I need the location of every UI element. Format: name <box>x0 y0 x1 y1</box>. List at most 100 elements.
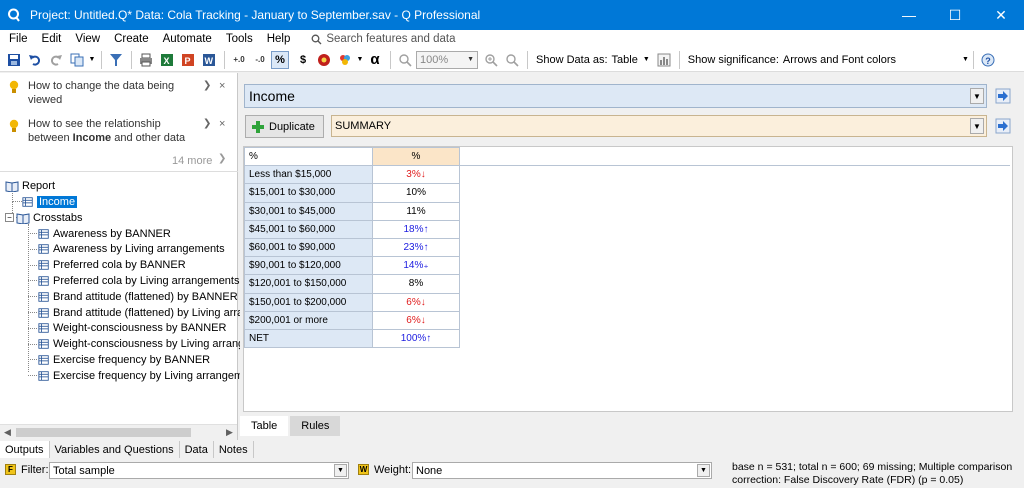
scroll-left-icon[interactable]: ◀ <box>4 427 11 438</box>
menu-help[interactable]: Help <box>260 33 298 45</box>
chevron-down-icon[interactable]: ▼ <box>697 464 710 477</box>
duplicate-button[interactable]: Duplicate <box>245 115 324 138</box>
cell-value[interactable]: 11% <box>372 201 460 221</box>
chevron-down-icon[interactable]: ❯ <box>203 80 211 91</box>
filter-icon[interactable] <box>106 50 126 70</box>
search-placeholder: Search features and data <box>326 33 456 45</box>
minimize-button[interactable]: — <box>886 0 932 30</box>
menu-file[interactable]: File <box>0 33 35 45</box>
tree-crosstabs[interactable]: − Crosstabs <box>5 210 83 225</box>
zoom-combo[interactable]: 100% ▼ <box>416 50 478 69</box>
tab-variables-and-questions[interactable]: Variables and Questions <box>50 441 180 458</box>
powerpoint-icon[interactable]: P <box>178 50 198 70</box>
arrow-right-icon[interactable] <box>994 87 1012 105</box>
row-label[interactable]: $45,001 to $60,000 <box>244 219 373 239</box>
tree-item-crosstab[interactable]: Weight-consciousness by BANNER <box>38 321 226 336</box>
row-label[interactable]: $200,001 or more <box>244 310 373 330</box>
close-button[interactable]: ✕ <box>978 0 1024 30</box>
collapse-icon[interactable]: − <box>5 213 14 222</box>
weight-dropdown[interactable]: None ▼ <box>412 462 712 479</box>
undo-icon[interactable] <box>25 50 45 70</box>
menu-view[interactable]: View <box>68 33 107 45</box>
tree-report[interactable]: Report <box>5 178 55 193</box>
cell-value[interactable]: 6%↓ <box>372 310 460 330</box>
row-label[interactable]: NET <box>244 328 373 349</box>
redo-icon[interactable] <box>46 50 66 70</box>
more-tips-link[interactable]: 14 more <box>172 155 212 167</box>
cell-value[interactable]: 100%↑ <box>372 328 460 349</box>
menu-create[interactable]: Create <box>107 33 156 45</box>
menu-edit[interactable]: Edit <box>35 33 69 45</box>
tree-item-income[interactable]: Income <box>22 194 78 209</box>
tab-outputs[interactable]: Outputs <box>0 441 50 458</box>
close-icon[interactable]: × <box>219 118 225 130</box>
scroll-right-icon[interactable]: ▶ <box>226 427 233 438</box>
statistics-icon[interactable] <box>314 50 334 70</box>
chevron-down-icon[interactable]: ▼ <box>356 50 364 70</box>
decrease-decimals-icon[interactable]: -.0 <box>250 50 270 70</box>
copy-icon[interactable] <box>67 50 87 70</box>
cell-value[interactable]: 23%↑ <box>372 237 460 258</box>
tree-item-crosstab[interactable]: Brand attitude (flattened) by BANNER <box>38 289 238 304</box>
row-label[interactable]: $60,001 to $90,000 <box>244 237 373 258</box>
excel-icon[interactable]: X <box>157 50 177 70</box>
help-icon[interactable]: ? <box>978 50 998 70</box>
chevron-down-icon[interactable]: ▼ <box>88 50 96 70</box>
cell-value[interactable]: 18%↑ <box>372 219 460 239</box>
search-features[interactable]: Search features and data <box>311 33 456 45</box>
row-label[interactable]: Less than $15,000 <box>244 165 373 185</box>
menu-automate[interactable]: Automate <box>156 33 219 45</box>
tree-item-crosstab[interactable]: Exercise frequency by BANNER <box>38 352 210 367</box>
zoom-in-icon[interactable] <box>481 50 501 70</box>
chevron-down-icon[interactable]: ▼ <box>334 464 347 477</box>
cell-value[interactable]: 8% <box>372 274 460 294</box>
row-label[interactable]: $30,001 to $45,000 <box>244 201 373 221</box>
chevron-down-icon[interactable]: ▼ <box>970 88 984 104</box>
subtab-rules[interactable]: Rules <box>290 416 341 436</box>
chevron-down-icon[interactable]: ▼ <box>970 118 984 134</box>
alpha-button[interactable]: α <box>365 50 385 70</box>
close-icon[interactable]: × <box>219 80 225 92</box>
horizontal-scrollbar[interactable]: ◀ ▶ <box>0 424 237 440</box>
tab-data[interactable]: Data <box>180 441 214 458</box>
scrollbar-thumb[interactable] <box>16 428 191 437</box>
percent-button[interactable]: % <box>271 50 289 69</box>
filter-dropdown[interactable]: Total sample ▼ <box>49 462 349 479</box>
chevron-down-icon[interactable]: ❯ <box>203 118 211 129</box>
increase-decimals-icon[interactable]: +.0 <box>229 50 249 70</box>
row-label[interactable]: $120,001 to $150,000 <box>244 274 373 294</box>
dollar-button[interactable]: $ <box>293 50 313 70</box>
zoom-fit-icon[interactable] <box>502 50 522 70</box>
row-label[interactable]: $15,001 to $30,000 <box>244 183 373 203</box>
cell-value[interactable]: 10% <box>372 183 460 203</box>
tree-item-crosstab[interactable]: Awareness by Living arrangements <box>38 242 225 257</box>
tip-relationship[interactable]: How to see the relationship between Inco… <box>0 116 238 146</box>
arrow-right-icon[interactable] <box>994 117 1012 135</box>
tree-item-crosstab[interactable]: Preferred cola by BANNER <box>38 258 186 273</box>
cell-value[interactable]: 6%↓ <box>372 292 460 312</box>
cell-value[interactable]: 3%↓ <box>372 165 460 185</box>
maximize-button[interactable]: ☐ <box>932 0 978 30</box>
palette-icon[interactable] <box>335 50 355 70</box>
word-icon[interactable]: W <box>199 50 219 70</box>
tab-notes[interactable]: Notes <box>214 441 254 458</box>
tree-item-crosstab[interactable]: Awareness by BANNER <box>38 226 171 241</box>
menu-tools[interactable]: Tools <box>219 33 260 45</box>
show-data-as-dropdown[interactable]: Table ▼ <box>612 54 650 66</box>
chart-settings-icon[interactable] <box>654 50 674 70</box>
show-significance-dropdown[interactable]: Arrows and Font colors ▼ <box>783 54 969 66</box>
subtab-table[interactable]: Table <box>240 416 289 436</box>
print-icon[interactable] <box>136 50 156 70</box>
column-header[interactable]: % <box>372 146 460 167</box>
chevron-down-icon[interactable]: ❯ <box>218 153 226 164</box>
summary-selector[interactable]: SUMMARY ▼ <box>331 115 987 137</box>
tip-change-data[interactable]: How to change the data being viewed ❯ × <box>0 77 238 107</box>
row-label[interactable]: $90,001 to $120,000 <box>244 256 373 276</box>
save-icon[interactable] <box>4 50 24 70</box>
tree-item-crosstab[interactable]: Preferred cola by Living arrangements <box>38 273 239 288</box>
question-selector[interactable]: Income ▼ <box>244 84 987 108</box>
cell-value[interactable]: 14%₊ <box>372 256 460 276</box>
zoom-out-icon[interactable] <box>395 50 415 70</box>
tree-item-crosstab[interactable]: Exercise frequency by Living arrangement… <box>38 368 264 383</box>
row-label[interactable]: $150,001 to $200,000 <box>244 292 373 312</box>
